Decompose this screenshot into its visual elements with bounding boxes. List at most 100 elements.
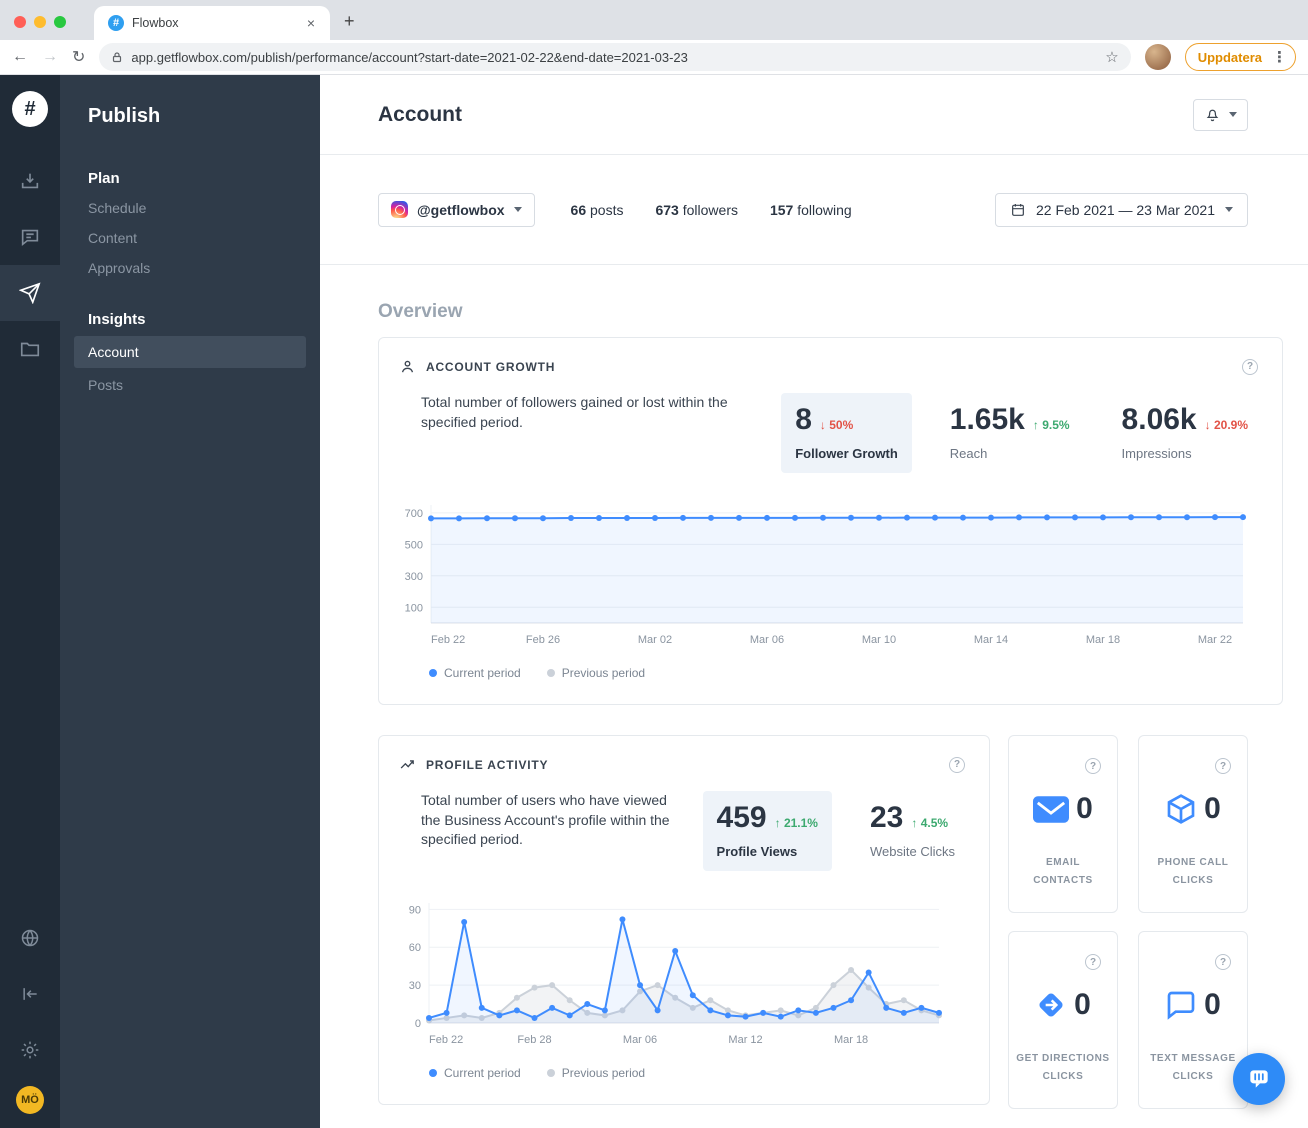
globe-icon bbox=[21, 929, 39, 947]
action-label: PHONE CALL CLICKS bbox=[1157, 857, 1229, 886]
metric-delta: 9.5% bbox=[1033, 418, 1069, 432]
card-title: PROFILE ACTIVITY bbox=[426, 757, 549, 772]
rail-item-language[interactable] bbox=[0, 910, 60, 966]
sidebar-item-posts[interactable]: Posts bbox=[60, 370, 320, 400]
user-avatar[interactable]: MÖ bbox=[16, 1086, 44, 1114]
metric-profile-views: 459 21.1% Profile Views bbox=[702, 791, 832, 871]
svg-text:30: 30 bbox=[409, 980, 421, 992]
svg-text:500: 500 bbox=[405, 539, 423, 551]
metric-reach: 1.65k 9.5% Reach bbox=[936, 393, 1084, 473]
metric-value: 1.65k bbox=[949, 403, 1025, 436]
browser-tab[interactable]: # Flowbox × bbox=[94, 6, 330, 40]
sidebar-item-content[interactable]: Content bbox=[60, 223, 320, 253]
svg-text:Mar 12: Mar 12 bbox=[728, 1034, 762, 1046]
chevron-down-icon bbox=[1225, 207, 1233, 212]
svg-text:0: 0 bbox=[415, 1018, 421, 1030]
svg-text:100: 100 bbox=[405, 602, 423, 614]
browser-menu-icon[interactable]: ⋮ bbox=[1270, 48, 1289, 66]
page-header: Account bbox=[320, 75, 1308, 155]
new-tab-button[interactable]: + bbox=[344, 11, 355, 32]
collapse-sidebar-icon bbox=[23, 988, 37, 1000]
flowbox-favicon-icon: # bbox=[108, 15, 124, 31]
help-icon[interactable] bbox=[1215, 758, 1231, 774]
growth-metrics: 8 50% Follower Growth 1.65k 9.5% Reach bbox=[781, 393, 1282, 473]
rail-item-settings[interactable] bbox=[0, 1022, 60, 1078]
svg-text:300: 300 bbox=[405, 571, 423, 583]
inbox-tray-icon bbox=[21, 173, 39, 189]
legend-current-period[interactable]: Current period bbox=[429, 666, 521, 680]
metric-follower-growth: 8 50% Follower Growth bbox=[781, 393, 912, 473]
svg-text:90: 90 bbox=[409, 904, 421, 916]
date-range-picker[interactable]: 22 Feb 2021 — 23 Mar 2021 bbox=[994, 192, 1248, 227]
metric-value: 459 bbox=[716, 801, 767, 834]
zoom-window-button[interactable] bbox=[54, 16, 66, 28]
minimize-window-button[interactable] bbox=[34, 16, 46, 28]
reload-icon[interactable]: ↻ bbox=[72, 47, 85, 67]
intercom-launcher[interactable] bbox=[1233, 1053, 1285, 1105]
intercom-chat-icon bbox=[1250, 1070, 1268, 1088]
metric-label: Profile Views bbox=[716, 844, 798, 859]
back-icon[interactable]: ← bbox=[12, 48, 28, 66]
sidebar-heading-insights: Insights bbox=[88, 311, 146, 328]
current-period-dot bbox=[429, 669, 437, 677]
account-stats: 66 posts 673 followers 157 following bbox=[571, 202, 852, 218]
svg-text:Mar 02: Mar 02 bbox=[638, 634, 672, 646]
sidebar-title: Publish bbox=[88, 105, 161, 127]
notifications-button[interactable] bbox=[1193, 98, 1248, 131]
tab-close-icon[interactable]: × bbox=[302, 14, 320, 32]
posts-stat: 66 posts bbox=[570, 201, 624, 218]
sidebar-item-account[interactable]: Account bbox=[74, 336, 306, 368]
svg-text:Mar 10: Mar 10 bbox=[862, 634, 896, 646]
bookmark-star-icon[interactable]: ☆ bbox=[1105, 48, 1118, 66]
rail-item-library[interactable] bbox=[0, 321, 60, 377]
address-bar: ← → ↻ app.getflowbox.com/publish/perform… bbox=[0, 40, 1308, 75]
chart-legend: Current period Previous period bbox=[429, 1066, 989, 1080]
card-title: ACCOUNT GROWTH bbox=[426, 359, 556, 374]
content-area: Overview ACCOUNT GROWTH Total number of … bbox=[320, 265, 1308, 1128]
sidebar-item-schedule[interactable]: Schedule bbox=[60, 193, 320, 223]
get-directions-icon bbox=[1039, 993, 1063, 1017]
metric-label: Impressions bbox=[1121, 446, 1192, 461]
browser-update-button[interactable]: Uppdatera ⋮ bbox=[1184, 43, 1296, 71]
legend-previous-period[interactable]: Previous period bbox=[546, 666, 645, 680]
metric-delta: 4.5% bbox=[911, 816, 948, 830]
help-icon[interactable] bbox=[949, 756, 965, 773]
help-icon[interactable] bbox=[1085, 758, 1101, 774]
account-growth-chart: 100 300 500 700 Feb 22 Feb 26 Mar 02 Mar 06 Mar … bbox=[393, 497, 1282, 654]
svg-text:60: 60 bbox=[409, 942, 421, 954]
rail-item-moderate[interactable] bbox=[0, 209, 60, 265]
metric-value: 23 bbox=[869, 801, 904, 834]
legend-previous-period[interactable]: Previous period bbox=[546, 1066, 645, 1080]
get-directions-clicks-card: 0 GET DIRECTIONS CLICKS bbox=[1008, 931, 1118, 1109]
rail-item-collect[interactable] bbox=[0, 153, 60, 209]
phone-call-clicks-card: 0 PHONE CALL CLICKS bbox=[1138, 735, 1248, 913]
sidebar-item-approvals[interactable]: Approvals bbox=[60, 253, 320, 283]
window-controls bbox=[0, 16, 80, 40]
browser-profile-avatar[interactable] bbox=[1144, 44, 1171, 70]
forward-icon[interactable]: → bbox=[42, 48, 58, 66]
help-icon[interactable] bbox=[1085, 954, 1101, 970]
close-window-button[interactable] bbox=[14, 16, 26, 28]
following-stat: 157 following bbox=[769, 201, 852, 218]
rail-item-collapse[interactable] bbox=[0, 966, 60, 1022]
help-icon[interactable] bbox=[1242, 358, 1258, 375]
legend-current-period[interactable]: Current period bbox=[429, 1066, 521, 1080]
action-label: EMAIL CONTACTS bbox=[1033, 857, 1093, 886]
card-description: Total number of users who have viewed th… bbox=[421, 792, 670, 848]
svg-text:Feb 28: Feb 28 bbox=[517, 1034, 551, 1046]
svg-text:700: 700 bbox=[405, 508, 423, 520]
metric-value: 8 bbox=[795, 403, 812, 436]
chat-bubble-icon bbox=[21, 229, 39, 247]
main-area: Account @getflowbox 66 posts 673 followe… bbox=[320, 75, 1308, 1128]
email-icon bbox=[1033, 795, 1070, 823]
url-omnibox[interactable]: app.getflowbox.com/publish/performance/a… bbox=[99, 43, 1131, 71]
svg-text:Mar 06: Mar 06 bbox=[750, 634, 784, 646]
metric-delta: 20.9% bbox=[1205, 418, 1248, 432]
rail-item-publish[interactable] bbox=[0, 265, 60, 321]
help-icon[interactable] bbox=[1215, 954, 1231, 970]
tab-title: Flowbox bbox=[132, 16, 179, 30]
account-select[interactable]: @getflowbox bbox=[378, 192, 535, 227]
send-icon bbox=[19, 282, 41, 304]
action-value: 0 bbox=[1204, 988, 1221, 1021]
flowbox-logo[interactable]: # bbox=[12, 91, 48, 127]
